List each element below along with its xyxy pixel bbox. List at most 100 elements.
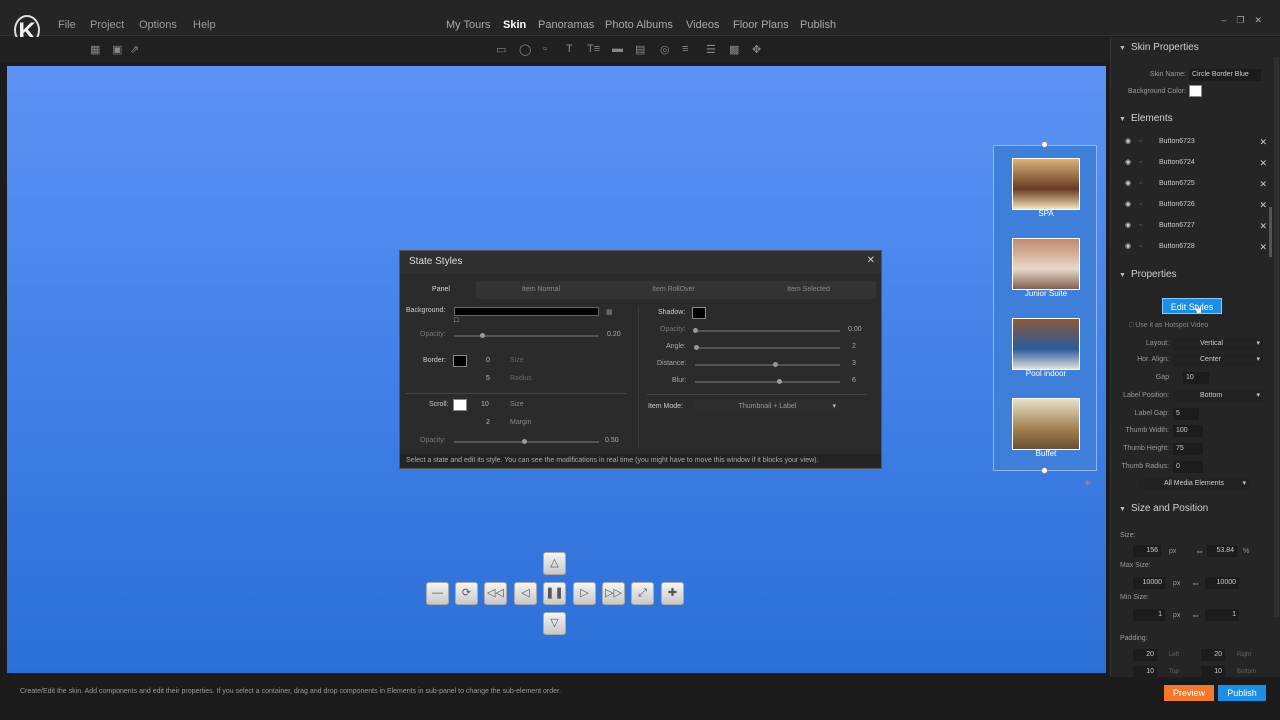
size-position-header[interactable]: ▼ Size and Position	[1119, 503, 1208, 514]
eye-icon[interactable]: ◉	[1125, 153, 1131, 173]
gradient-stop-icon[interactable]: □	[454, 317, 458, 324]
rotate-icon[interactable]: ⟳	[455, 582, 478, 605]
min-height-input[interactable]: 1	[1205, 609, 1239, 621]
add-map-icon[interactable]: ◎	[660, 43, 670, 56]
add-html-text-icon[interactable]: T≡	[587, 43, 600, 55]
tab-item-rollover[interactable]: Item RollOver	[606, 281, 741, 299]
lock-icon[interactable]: ▫	[1139, 132, 1141, 152]
scroll-color-swatch[interactable]	[453, 399, 467, 411]
minimize-icon[interactable]: –	[1221, 15, 1236, 25]
add-progress-icon[interactable]: ▬	[612, 43, 623, 55]
opacity-slider[interactable]	[454, 335, 599, 337]
eye-icon[interactable]: ◉	[1125, 174, 1131, 194]
tab-my-tours[interactable]: My Tours	[446, 19, 490, 31]
add-list-icon[interactable]: ☰	[706, 43, 716, 56]
export-icon[interactable]: ⇗	[130, 43, 139, 56]
border-size-value[interactable]: 0	[486, 357, 490, 364]
left-arrow-icon[interactable]: ◁	[514, 582, 537, 605]
min-width-input[interactable]: 1	[1133, 609, 1165, 621]
label-position-dropdown[interactable]: Bottom ▾	[1173, 390, 1263, 402]
element-row[interactable]: ◉ ▫ Button6726 ✕	[1119, 195, 1271, 215]
add-slider-icon[interactable]: ≡	[682, 43, 688, 55]
link-icon[interactable]: ⇔	[1191, 610, 1200, 620]
anchor-icon[interactable]: ✳	[1084, 478, 1092, 489]
link-icon[interactable]: ⇔	[1195, 546, 1204, 556]
height-unit[interactable]: %	[1243, 548, 1249, 555]
save-icon[interactable]: ▣	[112, 43, 122, 56]
skin-properties-header[interactable]: ▼ Skin Properties	[1119, 42, 1199, 53]
close-icon[interactable]: ✕	[867, 255, 875, 266]
menu-project[interactable]: Project	[90, 19, 124, 31]
layout-dropdown[interactable]: Vertical ▾	[1173, 338, 1263, 350]
shadow-opacity-knob[interactable]	[693, 328, 698, 333]
properties-header[interactable]: ▼ Properties	[1119, 269, 1177, 280]
resize-handle-bottom[interactable]	[1041, 467, 1048, 474]
distance-slider[interactable]	[695, 364, 840, 366]
shadow-color-swatch[interactable]	[692, 307, 706, 319]
eye-icon[interactable]: ◉	[1125, 195, 1131, 215]
thumb-radius-input[interactable]: 0	[1173, 461, 1203, 473]
angle-knob[interactable]	[694, 345, 699, 350]
tab-panel[interactable]: Panel	[406, 281, 476, 299]
thumbnail-buffet[interactable]	[1012, 398, 1080, 450]
remove-icon[interactable]: ✕	[1259, 132, 1267, 152]
item-mode-dropdown[interactable]: Thumbnail + Label ▾	[695, 400, 840, 413]
border-color-swatch[interactable]	[453, 355, 467, 367]
zoom-out-icon[interactable]: —	[426, 582, 449, 605]
element-row[interactable]: ◉ ▫ Button6725 ✕	[1119, 174, 1271, 194]
background-color-bar[interactable]	[454, 307, 599, 316]
right-arrow-icon[interactable]: ▷	[573, 582, 596, 605]
min-unit[interactable]: px	[1173, 612, 1180, 619]
elements-scrollbar[interactable]	[1269, 207, 1272, 257]
lock-icon[interactable]: ▫	[1139, 237, 1141, 257]
max-height-input[interactable]: 10000	[1205, 577, 1239, 589]
max-width-input[interactable]: 10000	[1133, 577, 1165, 589]
scroll-margin-value[interactable]: 2	[486, 419, 490, 426]
remove-icon[interactable]: ✕	[1259, 237, 1267, 257]
tab-videos[interactable]: Videos	[686, 19, 719, 31]
element-row[interactable]: ◉ ▫ Button6724 ✕	[1119, 153, 1271, 173]
max-unit[interactable]: px	[1173, 580, 1180, 587]
tab-item-selected[interactable]: Item Selected	[741, 281, 876, 299]
add-container-icon[interactable]: ▭	[496, 43, 506, 56]
fullscreen-icon[interactable]: ⤢	[631, 582, 654, 605]
thumb-width-input[interactable]: 100	[1173, 425, 1203, 437]
tab-floor-plans[interactable]: Floor Plans	[733, 19, 789, 31]
thumbnail-panel[interactable]: SPA Junior Suite Pool indoor Buffet	[993, 145, 1097, 471]
tab-item-normal[interactable]: Item Normal	[476, 281, 606, 299]
label-gap-input[interactable]: 5	[1173, 408, 1199, 420]
lock-icon[interactable]: ▫	[1139, 174, 1141, 194]
publish-button[interactable]: Publish	[1218, 685, 1266, 701]
preview-button[interactable]: Preview	[1164, 685, 1214, 701]
padding-top-input[interactable]: 10	[1133, 666, 1157, 677]
remove-icon[interactable]: ✕	[1259, 195, 1267, 215]
eye-icon[interactable]: ◉	[1125, 216, 1131, 236]
thumb-height-input[interactable]: 75	[1173, 443, 1203, 455]
background-color-swatch[interactable]	[1189, 85, 1202, 97]
padding-left-input[interactable]: 20	[1133, 649, 1157, 661]
menu-help[interactable]: Help	[193, 19, 216, 31]
eye-icon[interactable]: ◉	[1125, 132, 1131, 152]
tab-panoramas[interactable]: Panoramas	[538, 19, 594, 31]
add-thumbnails-icon[interactable]: ▩	[729, 43, 739, 56]
panel-scrollbar[interactable]	[1274, 57, 1279, 617]
window-controls[interactable]: –❐✕	[1221, 15, 1272, 26]
edit-styles-button[interactable]: Edit Styles	[1162, 298, 1222, 314]
angle-slider[interactable]	[695, 347, 840, 349]
menu-options[interactable]: Options	[139, 19, 177, 31]
forward-icon[interactable]: ▷▷	[602, 582, 625, 605]
rewind-icon[interactable]: ◁◁	[484, 582, 507, 605]
thumbnail-pool-indoor[interactable]	[1012, 318, 1080, 370]
pause-icon[interactable]: ❚❚	[543, 582, 566, 605]
distance-knob[interactable]	[773, 362, 778, 367]
close-window-icon[interactable]: ✕	[1254, 15, 1272, 25]
remove-icon[interactable]: ✕	[1259, 216, 1267, 236]
lock-icon[interactable]: ▫	[1139, 216, 1141, 236]
hor-align-dropdown[interactable]: Center ▾	[1173, 354, 1263, 366]
scroll-opacity-knob[interactable]	[522, 439, 527, 444]
remove-icon[interactable]: ✕	[1259, 174, 1267, 194]
tab-publish[interactable]: Publish	[800, 19, 836, 31]
picker-icon[interactable]: ▦	[606, 308, 613, 316]
thumbnail-junior-suite[interactable]	[1012, 238, 1080, 290]
link-icon[interactable]: ⇔	[1191, 578, 1200, 588]
